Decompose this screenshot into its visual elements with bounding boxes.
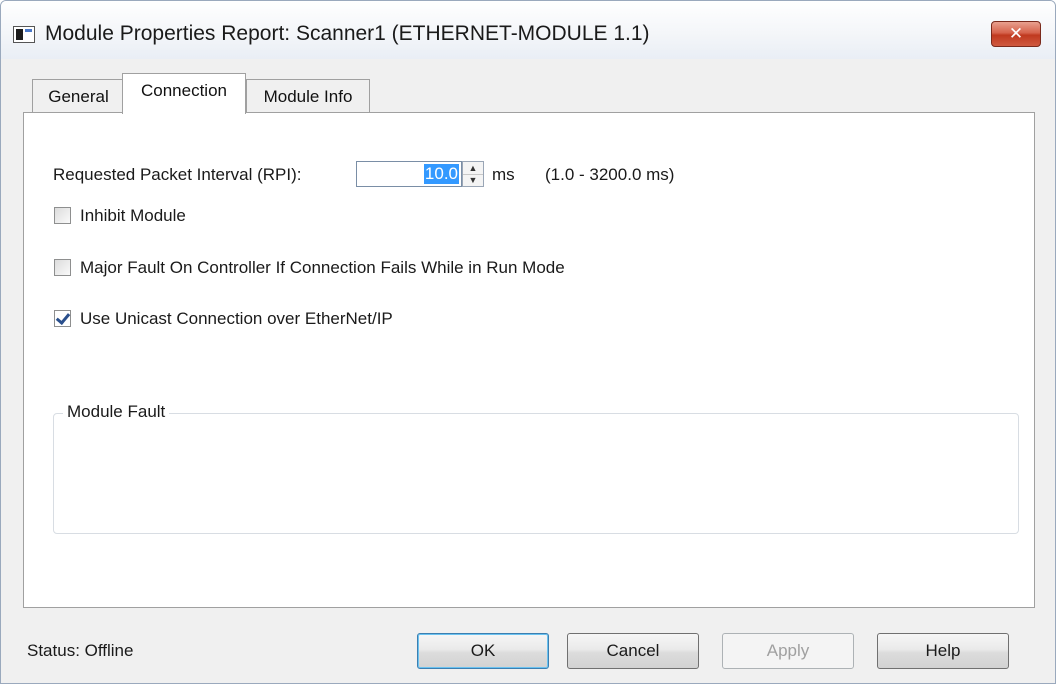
close-button[interactable]: ✕ <box>991 21 1041 47</box>
title-bar[interactable]: Module Properties Report: Scanner1 (ETHE… <box>1 1 1055 59</box>
rpi-spinner[interactable]: ▲ ▼ <box>462 161 484 187</box>
ok-button[interactable]: OK <box>417 633 549 669</box>
rpi-range: (1.0 - 3200.0 ms) <box>545 165 675 184</box>
rpi-value: 10.0 <box>423 164 459 184</box>
rpi-label: Requested Packet Interval (RPI): <box>53 165 302 184</box>
unicast-connection-label[interactable]: Use Unicast Connection over EtherNet/IP <box>80 309 393 329</box>
help-button[interactable]: Help <box>877 633 1009 669</box>
apply-button[interactable]: Apply <box>722 633 854 669</box>
major-fault-checkbox[interactable] <box>54 259 71 276</box>
module-fault-label: Module Fault <box>63 402 170 422</box>
cancel-button[interactable]: Cancel <box>567 633 699 669</box>
spin-down-icon[interactable]: ▼ <box>463 174 483 186</box>
tab-general[interactable]: General <box>32 79 125 112</box>
rpi-unit: ms <box>492 165 515 184</box>
rpi-input[interactable]: 10.0 <box>356 161 462 187</box>
app-window-icon <box>13 26 35 43</box>
inhibit-module-label[interactable]: Inhibit Module <box>80 206 186 226</box>
close-icon: ✕ <box>1008 24 1024 43</box>
status-text: Status: Offline <box>27 641 134 660</box>
tab-module-info[interactable]: Module Info <box>246 79 370 112</box>
inhibit-module-checkbox[interactable] <box>54 207 71 224</box>
window-title: Module Properties Report: Scanner1 (ETHE… <box>45 22 650 45</box>
unicast-connection-checkbox[interactable] <box>54 310 71 327</box>
module-fault-group <box>53 413 1019 534</box>
module-properties-dialog: Module Properties Report: Scanner1 (ETHE… <box>0 0 1056 684</box>
major-fault-label[interactable]: Major Fault On Controller If Connection … <box>80 258 565 278</box>
tab-connection[interactable]: Connection <box>122 73 246 114</box>
